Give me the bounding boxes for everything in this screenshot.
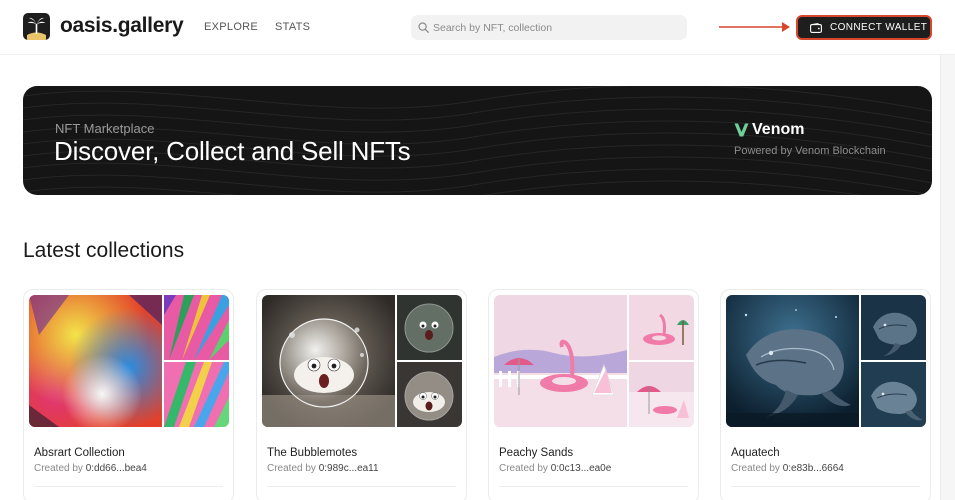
- collection-cover-image[interactable]: [494, 295, 627, 427]
- created-by-label: Created by: [499, 463, 548, 474]
- card-divider: [499, 486, 688, 487]
- created-by-label: Created by: [267, 463, 316, 474]
- wallet-icon: [810, 23, 822, 33]
- collection-thumbnail[interactable]: [397, 362, 462, 427]
- collection-card[interactable]: Aquatech Created by 0:e83b...6664: [720, 289, 931, 500]
- collection-creator: Created by 0:0c13...ea0e: [499, 463, 611, 475]
- card-divider: [267, 486, 456, 487]
- collection-thumbnail[interactable]: [629, 295, 694, 360]
- search-bar[interactable]: [411, 15, 687, 40]
- collection-thumbnail[interactable]: [861, 362, 926, 427]
- collection-thumbnail[interactable]: [164, 362, 229, 427]
- banner-subtitle: NFT Marketplace: [55, 121, 155, 136]
- created-by-label: Created by: [34, 463, 83, 474]
- collection-creator: Created by 0:dd66...bea4: [34, 463, 147, 475]
- search-input[interactable]: [433, 15, 683, 40]
- venom-brand-name[interactable]: Venom: [752, 120, 804, 139]
- search-icon: [418, 22, 429, 33]
- collection-thumbnail[interactable]: [861, 295, 926, 360]
- collection-name[interactable]: Absrart Collection: [34, 447, 125, 460]
- creator-address[interactable]: 0:e83b...6664: [783, 463, 844, 474]
- creator-address[interactable]: 0:989c...ea11: [319, 463, 379, 474]
- latest-collections-heading: Latest collections: [23, 239, 185, 262]
- collection-name[interactable]: Peachy Sands: [499, 447, 573, 460]
- collection-thumbnail[interactable]: [164, 295, 229, 360]
- created-by-label: Created by: [731, 463, 780, 474]
- collection-card[interactable]: The Bubblemotes Created by 0:989c...ea11: [256, 289, 467, 500]
- hero-banner: NFT Marketplace Discover, Collect and Se…: [23, 86, 932, 195]
- collection-card[interactable]: Absrart Collection Created by 0:dd66...b…: [23, 289, 234, 500]
- oasis-logo-icon[interactable]: [23, 13, 50, 40]
- card-divider: [731, 486, 920, 487]
- brand-name[interactable]: oasis.gallery: [60, 14, 184, 38]
- collection-name[interactable]: The Bubblemotes: [267, 447, 357, 460]
- top-header: oasis.gallery EXPLORE STATS CONNECT WALL…: [0, 0, 955, 55]
- collection-creator: Created by 0:e83b...6664: [731, 463, 844, 475]
- creator-address[interactable]: 0:0c13...ea0e: [551, 463, 612, 474]
- collection-thumbnail[interactable]: [629, 362, 694, 427]
- connect-wallet-label: CONNECT WALLET: [830, 22, 928, 33]
- collection-thumbnail[interactable]: [397, 295, 462, 360]
- collection-card[interactable]: Peachy Sands Created by 0:0c13...ea0e: [488, 289, 699, 500]
- collection-cover-image[interactable]: [262, 295, 395, 427]
- connect-wallet-button[interactable]: CONNECT WALLET: [796, 15, 932, 40]
- page-scrollbar[interactable]: [940, 55, 955, 500]
- collection-creator: Created by 0:989c...ea11: [267, 463, 379, 475]
- venom-logo-icon: [734, 123, 749, 137]
- card-divider: [34, 486, 223, 487]
- collection-cover-image[interactable]: [726, 295, 859, 427]
- collection-cover-image[interactable]: [29, 295, 162, 427]
- annotation-arrow-icon: [719, 22, 790, 32]
- collection-name[interactable]: Aquatech: [731, 447, 780, 460]
- nav-stats[interactable]: STATS: [275, 21, 310, 34]
- venom-tagline: Powered by Venom Blockchain: [734, 145, 886, 157]
- creator-address[interactable]: 0:dd66...bea4: [86, 463, 147, 474]
- banner-title: Discover, Collect and Sell NFTs: [54, 136, 411, 166]
- nav-explore[interactable]: EXPLORE: [204, 21, 258, 34]
